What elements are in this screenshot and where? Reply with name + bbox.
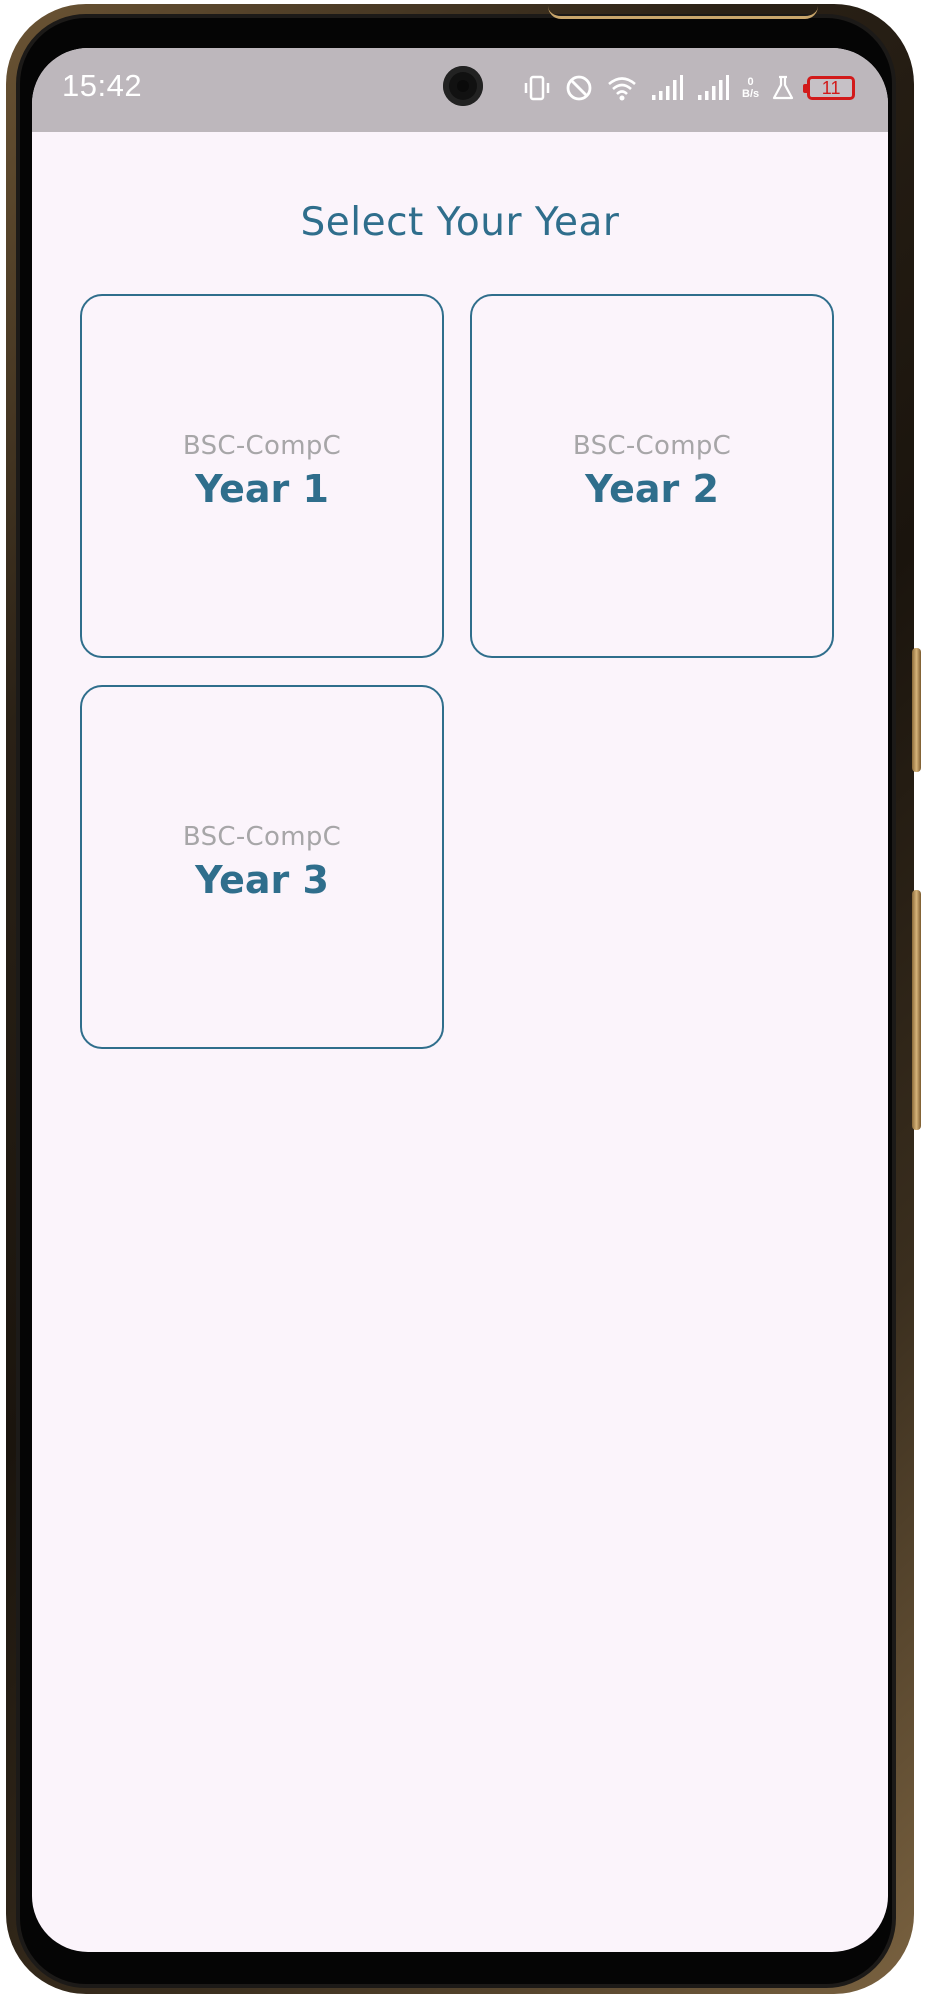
year-card-1[interactable]: BSC-CompC Year 1 — [80, 294, 444, 658]
network-speed-value: 0 — [747, 76, 754, 88]
wifi-icon — [606, 71, 638, 105]
battery-level: 11 — [821, 77, 841, 98]
lab-flask-icon — [771, 71, 795, 105]
top-edge-detail — [548, 6, 818, 19]
battery-icon: 11 — [803, 76, 856, 100]
course-label: BSC-CompC — [182, 431, 342, 461]
year-label: Year 3 — [195, 858, 329, 902]
year-label: Year 1 — [195, 467, 329, 511]
vibrate-icon — [522, 71, 552, 105]
front-camera — [443, 66, 483, 106]
screen: 15:42 0 B/s 11 Select Your Year BSC-Comp… — [32, 48, 888, 1952]
status-time: 15:42 — [62, 68, 143, 103]
page-title: Select Your Year — [300, 200, 620, 245]
do-not-disturb-icon — [564, 71, 594, 105]
volume-button — [912, 648, 921, 772]
status-icons: 0 B/s 11 — [522, 70, 856, 106]
course-label: BSC-CompC — [572, 431, 732, 461]
year-card-2[interactable]: BSC-CompC Year 2 — [470, 294, 834, 658]
status-bar: 15:42 0 B/s 11 — [32, 48, 888, 132]
course-label: BSC-CompC — [182, 822, 342, 852]
signal-icon-2 — [696, 71, 730, 105]
signal-icon — [650, 71, 684, 105]
network-speed-unit: B/s — [742, 88, 760, 100]
year-card-3[interactable]: BSC-CompC Year 3 — [80, 685, 444, 1049]
power-button — [912, 890, 921, 1130]
device: 15:42 0 B/s 11 Select Your Year BSC-Comp… — [0, 0, 932, 1999]
network-speed: 0 B/s — [742, 76, 759, 100]
year-label: Year 2 — [585, 467, 719, 511]
